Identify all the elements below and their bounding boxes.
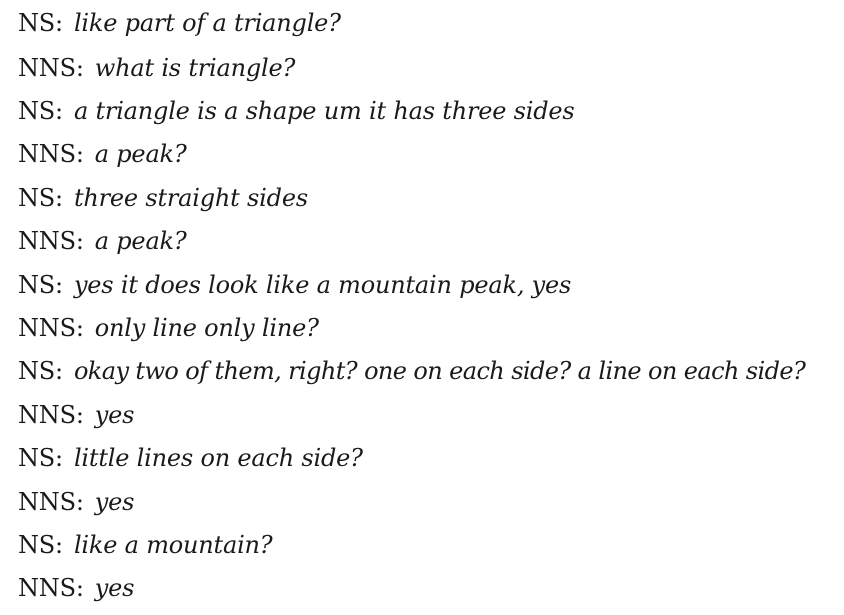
transcript-line: NS: a triangle is a shape um it has thre… — [18, 89, 838, 132]
transcript: NS: like part of a triangle? NNS: what i… — [18, 0, 838, 610]
utterance-text: little lines on each side? — [73, 444, 363, 473]
transcript-line: NNS: only line only line? — [18, 306, 838, 349]
utterance-text: like part of a triangle? — [73, 9, 341, 37]
speaker-label: NNS: — [18, 574, 84, 603]
transcript-line: NNS: yes — [18, 567, 838, 610]
utterance-text: what is triangle? — [94, 53, 296, 82]
utterance-text: only line only line? — [94, 314, 319, 343]
speaker-label: NNS: — [18, 487, 84, 516]
speaker-label: NNS: — [18, 53, 84, 82]
speaker-label: NNS: — [18, 314, 84, 343]
transcript-line: NNS: a peak? — [18, 133, 838, 176]
utterance-text: like a mountain? — [73, 530, 273, 559]
transcript-line: NS: like part of a triangle? — [18, 0, 838, 46]
speaker-label: NS: — [18, 357, 63, 386]
transcript-line: NS: like a mountain? — [18, 523, 838, 566]
utterance-text: yes — [94, 400, 135, 429]
transcript-line: NNS: what is triangle? — [18, 46, 838, 89]
transcript-line: NNS: yes — [18, 393, 838, 436]
speaker-label: NNS: — [18, 140, 84, 169]
speaker-label: NS: — [18, 97, 63, 126]
utterance-text: yes it does look like a mountain peak, y… — [73, 270, 572, 299]
speaker-label: NNS: — [18, 227, 84, 256]
transcript-line: NS: okay two of them, right? one on each… — [18, 350, 838, 393]
utterance-text: a triangle is a shape um it has three si… — [73, 97, 575, 126]
transcript-line: NS: little lines on each side? — [18, 437, 838, 480]
utterance-text: yes — [94, 574, 135, 603]
speaker-label: NNS: — [18, 400, 84, 429]
transcript-line: NNS: a peak? — [18, 220, 838, 263]
speaker-label: NS: — [18, 530, 63, 559]
utterance-text: a peak? — [94, 140, 187, 169]
transcript-line: NNS: yes — [18, 480, 838, 523]
transcript-line: NS: yes it does look like a mountain pea… — [18, 263, 838, 306]
transcript-line: NS: three straight sides — [18, 176, 838, 219]
utterance-text: okay two of them, right? one on each sid… — [73, 357, 806, 386]
speaker-label: NS: — [18, 9, 63, 37]
utterance-text: three straight sides — [73, 183, 308, 212]
utterance-text: a peak? — [94, 227, 187, 256]
utterance-text: yes — [94, 487, 135, 516]
speaker-label: NS: — [18, 183, 63, 212]
speaker-label: NS: — [18, 444, 63, 473]
speaker-label: NS: — [18, 270, 63, 299]
